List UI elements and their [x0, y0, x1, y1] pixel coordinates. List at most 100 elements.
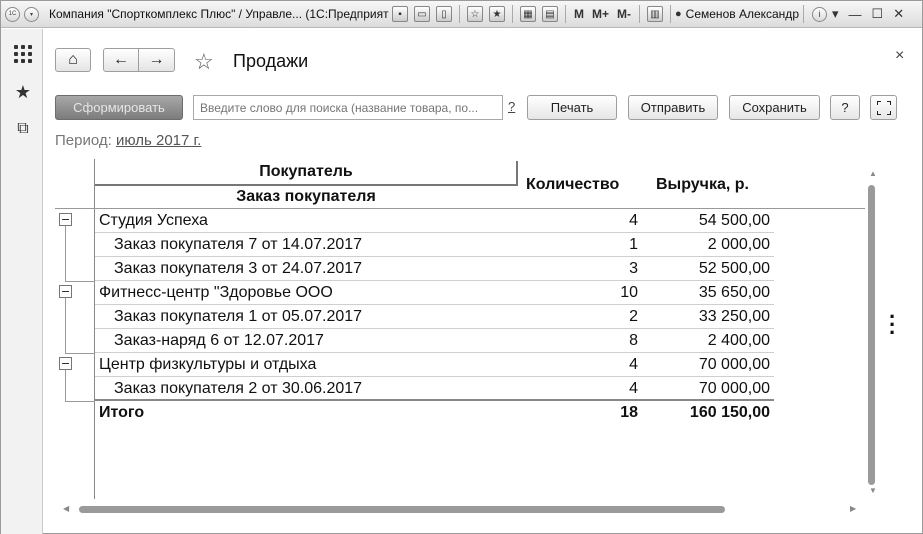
vertical-scrollbar[interactable]: ▲ ▼ [867, 169, 877, 496]
calendar-icon[interactable]: ▤ [542, 6, 558, 22]
memory-mminus-button[interactable]: M- [617, 7, 631, 21]
separator [512, 5, 513, 23]
separator [459, 5, 460, 23]
row-name: Студия Успеха [99, 212, 208, 229]
send-button[interactable]: Отправить [628, 95, 718, 120]
header-order: Заказ покупателя [236, 188, 376, 205]
fullscreen-button[interactable] [870, 95, 897, 120]
home-button[interactable]: ⌂ [55, 48, 91, 72]
print-button[interactable]: Печать [527, 95, 617, 120]
left-panel: ★ ⧉ [1, 29, 43, 534]
favorite-star-icon[interactable]: ☆ [194, 49, 214, 75]
table-row[interactable]: Заказ покупателя 2 от 30.06.2017 4 70 00… [95, 377, 774, 401]
total-row[interactable]: Итого 18 160 150,00 [95, 401, 774, 425]
close-window-icon[interactable]: ✕ [893, 6, 904, 22]
fullscreen-icon [876, 100, 891, 115]
row-quantity: 4 [629, 380, 638, 397]
total-quantity: 18 [620, 404, 638, 421]
info-icon[interactable]: i [812, 6, 827, 22]
tree-line [65, 223, 66, 281]
row-name: Заказ покупателя 3 от 24.07.2017 [114, 260, 363, 277]
row-name: Заказ покупателя 2 от 30.06.2017 [114, 380, 363, 397]
minimize-icon[interactable]: — [849, 7, 862, 22]
table-row[interactable]: Заказ покупателя 1 от 05.07.2017 2 33 25… [95, 305, 774, 329]
tree-line [65, 353, 95, 354]
row-name: Фитнесс-центр "Здоровье ООО [99, 284, 333, 301]
header-buyer-underline [95, 184, 517, 186]
arrow-left-icon: ← [113, 51, 129, 68]
horizontal-scroll-thumb[interactable] [79, 506, 725, 513]
table-row-group[interactable]: Студия Успеха 4 54 500,00 [95, 209, 774, 233]
period-label: Период: [55, 132, 112, 149]
row-quantity: 2 [629, 308, 638, 325]
scroll-right-icon[interactable]: ▶ [850, 504, 856, 513]
memory-mplus-button[interactable]: M+ [592, 7, 609, 21]
row-quantity: 4 [629, 212, 638, 229]
title-bar: 1C ▾ Компания "Спорткомплекс Плюс" / Упр… [1, 1, 922, 28]
scroll-left-icon[interactable]: ◀ [63, 504, 69, 513]
separator [565, 5, 566, 23]
panel-layout-icon[interactable]: ▥ [647, 6, 664, 22]
total-label: Итого [99, 404, 145, 421]
close-form-icon[interactable]: × [895, 47, 904, 65]
memory-m-button[interactable]: M [574, 7, 584, 21]
forward-button[interactable]: → [138, 48, 175, 72]
main-menu-icon[interactable]: ▾ [24, 6, 39, 22]
row-revenue: 2 000,00 [707, 236, 770, 253]
generate-button[interactable]: Сформировать [55, 95, 183, 120]
search-help-link[interactable]: ? [508, 99, 515, 114]
vertical-scroll-thumb[interactable] [868, 185, 875, 485]
scroll-down-icon[interactable]: ▼ [869, 486, 877, 495]
back-button[interactable]: ← [103, 48, 139, 72]
row-quantity: 8 [629, 332, 638, 349]
table-row-group[interactable]: Фитнесс-центр "Здоровье ООО 10 35 650,00 [95, 281, 774, 305]
help-button[interactable]: ? [830, 95, 860, 120]
row-revenue: 33 250,00 [698, 308, 770, 325]
favorites-icon[interactable]: ★ [489, 6, 505, 22]
row-revenue: 70 000,00 [698, 380, 770, 397]
history-icon[interactable]: ⧉ [12, 118, 34, 140]
more-actions-icon[interactable]: · · · [889, 306, 896, 344]
table-row[interactable]: Заказ-наряд 6 от 12.07.2017 8 2 400,00 [95, 329, 774, 353]
tree-line [65, 367, 66, 401]
row-revenue: 54 500,00 [698, 212, 770, 229]
app-window: 1C ▾ Компания "Спорткомплекс Плюс" / Упр… [0, 0, 923, 534]
table-row[interactable]: Заказ покупателя 3 от 24.07.2017 3 52 50… [95, 257, 774, 281]
favorites-star-icon[interactable]: ★ [12, 81, 34, 103]
save-icon[interactable]: ▪ [392, 6, 408, 22]
row-revenue: 52 500,00 [698, 260, 770, 277]
maximize-icon[interactable]: ☐ [872, 6, 884, 22]
calculator-icon[interactable]: ▦ [520, 6, 536, 22]
row-name: Центр физкультуры и отдыха [99, 356, 317, 373]
tree-line [65, 281, 95, 282]
report-table: Покупатель Заказ покупателя Количество В… [43, 159, 865, 499]
form-title: Продажи [233, 51, 309, 71]
row-name: Заказ покупателя 1 от 05.07.2017 [114, 308, 363, 325]
tree-line [65, 295, 66, 353]
period-value-link[interactable]: июль 2017 г. [116, 132, 201, 149]
header-quantity: Количество [526, 176, 620, 193]
search-input[interactable] [193, 95, 503, 120]
total-revenue: 160 150,00 [689, 404, 770, 421]
collapse-group-toggle[interactable] [59, 285, 72, 298]
collapse-group-toggle[interactable] [59, 213, 72, 226]
sections-icon[interactable] [12, 43, 34, 65]
table-row-group[interactable]: Центр физкультуры и отдыха 4 70 000,00 [95, 353, 774, 377]
app-logo-icon[interactable]: 1C [5, 6, 20, 22]
favorites-add-icon[interactable]: ☆ [467, 6, 483, 22]
save-button[interactable]: Сохранить [729, 95, 820, 120]
user-name[interactable]: Семенов Александр [686, 7, 799, 21]
header-buyer-right-border [516, 161, 518, 186]
user-icon: ● [675, 8, 682, 20]
preview-icon[interactable]: ▯ [436, 6, 452, 22]
window-menu-icon[interactable]: ▾ [832, 6, 839, 22]
scroll-up-icon[interactable]: ▲ [869, 169, 877, 178]
period-line: Период: июль 2017 г. [55, 132, 201, 149]
header-revenue: Выручка, р. [656, 176, 749, 193]
collapse-group-toggle[interactable] [59, 357, 72, 370]
header-buyer: Покупатель [259, 163, 353, 180]
horizontal-scrollbar[interactable]: ◀ ▶ [63, 504, 859, 514]
print-icon[interactable]: ▭ [414, 6, 430, 22]
row-quantity: 10 [620, 284, 638, 301]
table-row[interactable]: Заказ покупателя 7 от 14.07.2017 1 2 000… [95, 233, 774, 257]
